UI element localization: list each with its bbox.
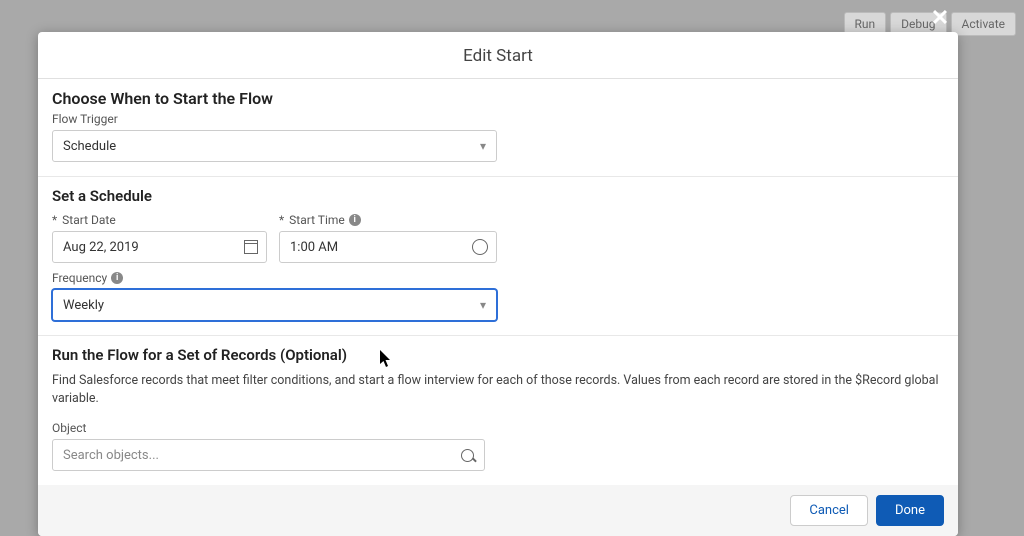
start-date-value: Aug 22, 2019 xyxy=(63,240,139,255)
section-title-schedule: Set a Schedule xyxy=(52,187,944,205)
cancel-button[interactable]: Cancel xyxy=(790,495,868,526)
object-placeholder: Search objects... xyxy=(63,448,159,463)
info-icon[interactable]: i xyxy=(349,214,361,226)
flow-trigger-label: Flow Trigger xyxy=(52,112,944,126)
start-date-label: Start Date xyxy=(52,213,267,227)
start-time-input[interactable]: 1:00 AM xyxy=(279,231,497,263)
frequency-label: Frequency i xyxy=(52,271,944,285)
section-title-choose: Choose When to Start the Flow xyxy=(52,89,944,108)
start-time-value: 1:00 AM xyxy=(290,240,338,255)
section-title-records: Run the Flow for a Set of Records (Optio… xyxy=(52,346,944,364)
frequency-select[interactable]: Weekly xyxy=(52,289,497,321)
edit-start-modal: Edit Start Choose When to Start the Flow… xyxy=(38,32,958,536)
object-search-input[interactable]: Search objects... xyxy=(52,439,485,471)
activate-button[interactable]: Activate xyxy=(951,12,1017,36)
schedule-section: Set a Schedule Start Date Aug 22, 2019 S… xyxy=(38,177,958,336)
records-description: Find Salesforce records that meet filter… xyxy=(52,372,944,407)
close-icon[interactable]: ✕ xyxy=(928,6,952,30)
start-time-label: Start Time i xyxy=(279,213,497,227)
records-section: Run the Flow for a Set of Records (Optio… xyxy=(38,336,958,485)
start-date-input[interactable]: Aug 22, 2019 xyxy=(52,231,267,263)
object-label: Object xyxy=(52,421,944,435)
modal-footer: Cancel Done xyxy=(38,485,958,536)
flow-trigger-select[interactable]: Schedule xyxy=(52,130,497,162)
done-button[interactable]: Done xyxy=(876,495,944,526)
info-icon[interactable]: i xyxy=(111,272,123,284)
flow-trigger-value: Schedule xyxy=(63,139,116,154)
frequency-value: Weekly xyxy=(63,298,104,313)
choose-when-section: Choose When to Start the Flow Flow Trigg… xyxy=(38,79,958,177)
modal-title: Edit Start xyxy=(38,32,958,79)
